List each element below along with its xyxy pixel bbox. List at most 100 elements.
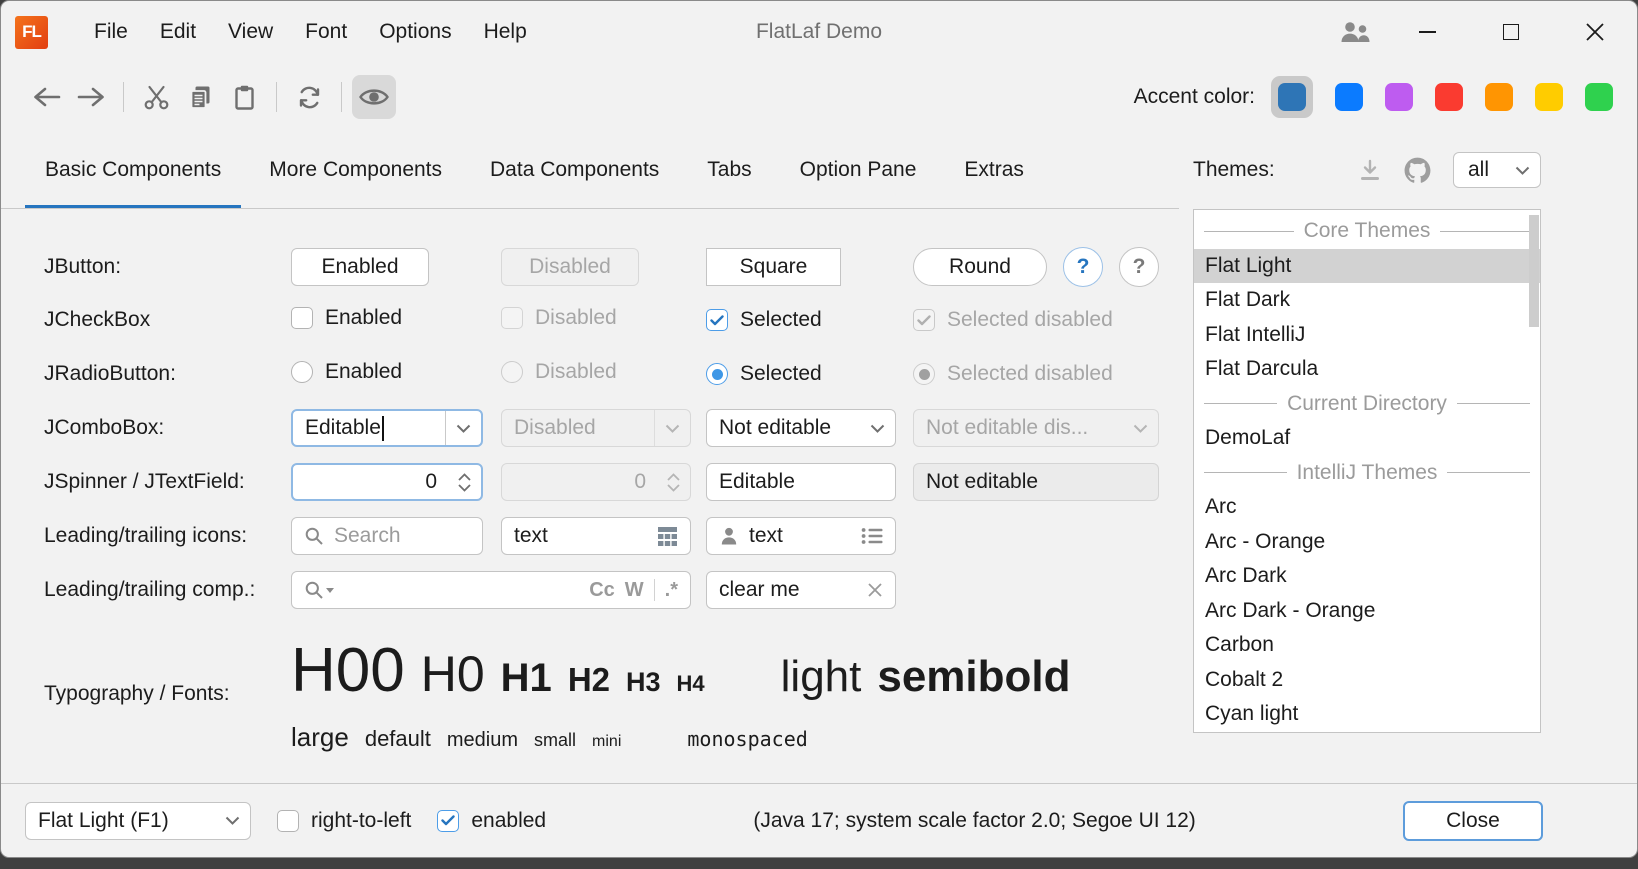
theme-item-flat-intellij[interactable]: Flat IntelliJ [1194, 318, 1540, 353]
theme-item-carbon[interactable]: Carbon [1194, 628, 1540, 663]
refresh-icon[interactable] [287, 75, 331, 119]
theme-item-arc-dark-orange[interactable]: Arc Dark - Orange [1194, 594, 1540, 629]
square-button[interactable]: Square [706, 248, 841, 286]
search-input[interactable]: Search [291, 517, 483, 555]
show-hidden-eye-icon[interactable] [352, 75, 396, 119]
round-button[interactable]: Round [913, 248, 1047, 286]
minimize-button[interactable] [1385, 1, 1469, 63]
theme-item-dark-flat[interactable]: Dark Flat [1194, 732, 1540, 734]
clearable-input[interactable]: clear me [706, 571, 896, 609]
tab-bar: Basic Components More Components Data Co… [1, 131, 1179, 209]
title-bar: FL FlatLaf Demo File Edit View Font Opti… [1, 1, 1637, 63]
spinner[interactable]: 0 [291, 463, 483, 501]
jspinner-row-label: JSpinner / JTextField: [44, 470, 291, 494]
search-dropdown-icon[interactable] [304, 580, 334, 600]
menu-edit[interactable]: Edit [144, 14, 212, 50]
copy-icon[interactable] [178, 75, 222, 119]
theme-item-arc-orange[interactable]: Arc - Orange [1194, 525, 1540, 560]
checkbox-enabled[interactable]: Enabled [291, 306, 402, 330]
clear-icon[interactable] [867, 582, 883, 598]
radio-icon [501, 361, 523, 383]
search-icon [304, 526, 324, 546]
accent-swatch-selected[interactable] [1271, 76, 1313, 118]
combobox-disabled: Disabled [501, 409, 691, 447]
checkbox-label: Disabled [535, 306, 617, 330]
search-with-options-input[interactable]: Cc W .* [291, 571, 691, 609]
radio-icon [913, 363, 935, 385]
type-small: small [534, 730, 576, 751]
theme-item-demolaf[interactable]: DemoLaf [1194, 421, 1540, 456]
maximize-button[interactable] [1469, 1, 1553, 63]
accent-swatch-purple[interactable] [1385, 83, 1413, 111]
textfield-editable[interactable]: Editable [706, 463, 896, 501]
cut-icon[interactable] [134, 75, 178, 119]
chevron-down-icon [1515, 166, 1530, 175]
checkmark-icon [437, 810, 459, 832]
radio-label: Selected [740, 362, 822, 386]
combobox-not-editable[interactable]: Not editable [706, 409, 896, 447]
spinner-arrows[interactable] [447, 473, 481, 492]
toolbar: Accent color: [1, 63, 1637, 131]
tab-option-pane[interactable]: Option Pane [780, 131, 937, 208]
checkbox-icon [277, 810, 299, 832]
accent-swatch-yellow[interactable] [1535, 83, 1563, 111]
themes-filter-combobox[interactable]: all [1453, 152, 1541, 188]
theme-item-arc-dark[interactable]: Arc Dark [1194, 559, 1540, 594]
radio-selected[interactable]: Selected [706, 362, 822, 386]
menu-help[interactable]: Help [468, 14, 543, 50]
accent-swatch-red[interactable] [1435, 83, 1463, 111]
chevron-down-icon[interactable] [859, 410, 895, 446]
github-icon[interactable] [1404, 157, 1431, 184]
download-icon[interactable] [1358, 158, 1382, 182]
paste-icon[interactable] [222, 75, 266, 119]
menu-view[interactable]: View [212, 14, 289, 50]
regex-icon[interactable]: .* [665, 579, 678, 602]
tab-basic-components[interactable]: Basic Components [25, 131, 241, 208]
text-input-user[interactable]: text [706, 517, 896, 555]
forward-icon[interactable] [69, 75, 113, 119]
accent-swatch-green[interactable] [1585, 83, 1613, 111]
theme-item-cobalt-2[interactable]: Cobalt 2 [1194, 663, 1540, 698]
close-button[interactable]: Close [1403, 801, 1543, 841]
whole-word-icon[interactable]: W [625, 579, 644, 602]
text-input-table[interactable]: text [501, 517, 691, 555]
menu-file[interactable]: File [78, 14, 144, 50]
theme-item-cyan-light[interactable]: Cyan light [1194, 697, 1540, 732]
type-h4: H4 [677, 671, 705, 697]
users-icon[interactable] [1325, 1, 1385, 63]
menu-options[interactable]: Options [363, 14, 467, 50]
theme-item-flat-darcula[interactable]: Flat Darcula [1194, 352, 1540, 387]
tab-data-components[interactable]: Data Components [470, 131, 679, 208]
checkbox-label: right-to-left [311, 809, 411, 833]
chevron-down-icon[interactable] [445, 411, 481, 445]
themes-list[interactable]: Core Themes Flat Light Flat Dark Flat In… [1193, 209, 1541, 733]
combobox-editable[interactable]: Editable [291, 409, 483, 447]
type-h2: H2 [568, 661, 610, 699]
theme-item-arc[interactable]: Arc [1194, 490, 1540, 525]
match-case-icon[interactable]: Cc [589, 579, 615, 602]
enabled-button[interactable]: Enabled [291, 248, 429, 286]
accent-swatch-blue[interactable] [1335, 83, 1363, 111]
checkbox-selected[interactable]: Selected [706, 308, 822, 332]
laf-combobox[interactable]: Flat Light (F1) [25, 802, 251, 840]
tab-more-components[interactable]: More Components [249, 131, 462, 208]
help-button-gray[interactable]: ? [1119, 247, 1159, 287]
type-medium: medium [447, 729, 518, 752]
accent-swatch-orange[interactable] [1485, 83, 1513, 111]
close-window-button[interactable] [1553, 1, 1637, 63]
menu-font[interactable]: Font [289, 14, 363, 50]
tab-extras[interactable]: Extras [944, 131, 1044, 208]
list-icon[interactable] [861, 527, 883, 545]
scrollbar-thumb[interactable] [1529, 215, 1539, 327]
theme-item-flat-light[interactable]: Flat Light [1194, 249, 1540, 284]
radio-enabled[interactable]: Enabled [291, 360, 402, 384]
basic-components-panel: JButton: Enabled Disabled Square Round ?… [1, 209, 1179, 783]
theme-item-flat-dark[interactable]: Flat Dark [1194, 283, 1540, 318]
back-icon[interactable] [25, 75, 69, 119]
table-icon[interactable] [657, 526, 678, 547]
rtl-checkbox[interactable]: right-to-left [277, 809, 411, 833]
enabled-checkbox[interactable]: enabled [437, 809, 546, 833]
tab-tabs[interactable]: Tabs [687, 131, 771, 208]
help-button-blue[interactable]: ? [1063, 247, 1103, 287]
field-divider [654, 579, 655, 601]
